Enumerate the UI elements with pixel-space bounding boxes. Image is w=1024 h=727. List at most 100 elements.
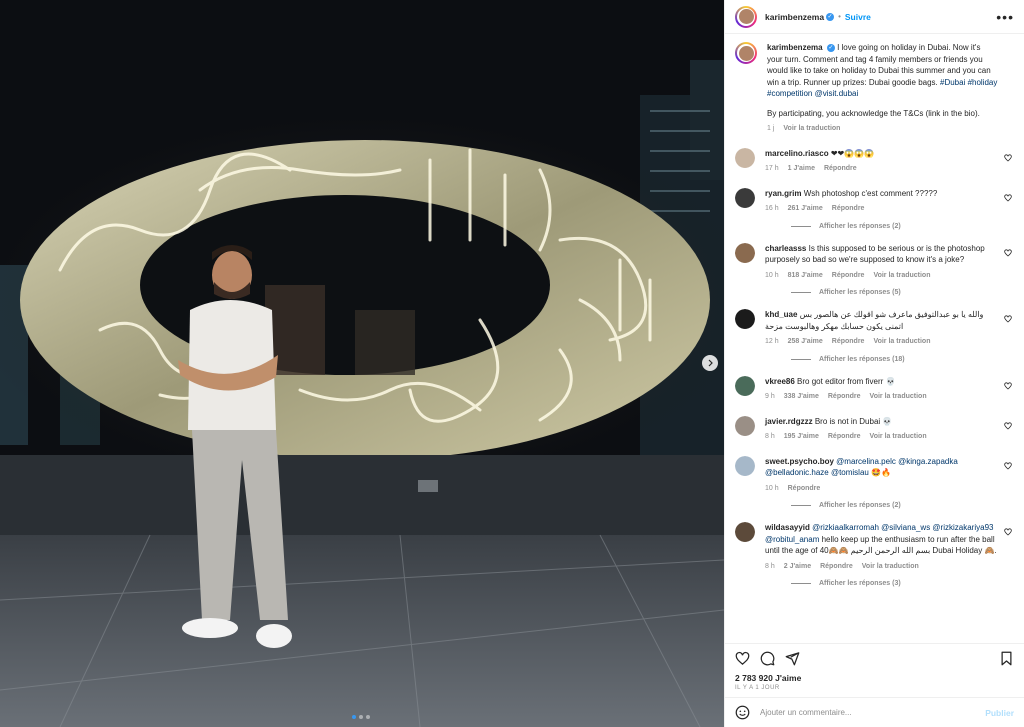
add-comment-input[interactable] (760, 708, 976, 717)
heart-icon[interactable] (1004, 381, 1012, 390)
bookmark-icon[interactable] (999, 651, 1014, 666)
comment-likes[interactable]: 195 J'aime (784, 431, 819, 443)
commenter-avatar[interactable] (735, 415, 755, 436)
commenter-avatar[interactable] (735, 455, 755, 476)
comment-row: wildasayyid @rizkiaalkarromah @silviana_… (735, 522, 1014, 572)
reply-button[interactable]: Répondre (832, 203, 865, 215)
comment-text: Wsh photoshop c'est comment ????? (803, 188, 938, 198)
comment-time: 8 h (765, 562, 775, 570)
comment-row: vkree86 Bro got editor from fiverr 💀 9 h 3… (735, 375, 1014, 403)
comment-likes[interactable]: 261 J'aime (788, 203, 823, 215)
heart-icon[interactable] (1004, 461, 1012, 470)
see-translation-link[interactable]: Voir la traduction (873, 270, 930, 282)
comment-text: 🤩🔥 (871, 468, 892, 477)
comment-time: 17 h (765, 165, 779, 172)
view-replies-button[interactable]: Afficher les réponses (3) (791, 580, 1014, 587)
see-translation-link[interactable]: Voir la traduction (862, 561, 919, 573)
heart-icon[interactable] (1004, 528, 1012, 536)
comment-likes[interactable]: 818 J'aime (788, 270, 823, 282)
caption-time: 1 j (767, 125, 775, 132)
comment-row: marcelino.riasco ❤❤😱😱😱 17 h 1 J'aime Répond… (735, 147, 1014, 175)
publish-button[interactable]: Publier (985, 708, 1014, 718)
comment-time: 9 h (765, 393, 775, 400)
author-username[interactable]: karimbenzema (765, 12, 824, 22)
caption-terms: By participating, you acknowledge the T&… (767, 108, 980, 118)
follow-button[interactable]: Suivre (845, 12, 871, 22)
instagram-post-modal: karimbenzema ✓ • Suivre ••• karimbenzema… (0, 0, 1024, 727)
comment-username[interactable]: vkree86 (765, 377, 795, 386)
heart-icon[interactable] (735, 651, 750, 666)
heart-icon[interactable] (1004, 153, 1012, 162)
post-photo[interactable] (0, 0, 724, 727)
comment-row: sweet.psycho.boy @marcelina.pelc @kinga.… (735, 455, 1014, 495)
reply-button[interactable]: Répondre (820, 561, 853, 573)
heart-icon[interactable] (1004, 193, 1012, 202)
commenter-avatar[interactable] (735, 187, 755, 208)
reply-button[interactable]: Répondre (832, 336, 865, 348)
comment-username[interactable]: wildasayyid (765, 523, 810, 532)
see-translation-link[interactable]: Voir la traduction (870, 391, 927, 403)
comment-text: Bro is not in Dubai 💀 (814, 416, 893, 426)
commenter-avatar[interactable] (735, 375, 755, 396)
see-translation-link[interactable]: Voir la traduction (873, 336, 930, 348)
author-avatar[interactable] (735, 42, 757, 64)
reply-button[interactable]: Répondre (832, 270, 865, 282)
heart-icon[interactable] (1004, 315, 1012, 323)
comment-likes[interactable]: 338 J'aime (784, 391, 819, 403)
view-replies-button[interactable]: Afficher les réponses (2) (791, 223, 1014, 230)
comment-icon[interactable] (760, 651, 775, 666)
comment-username[interactable]: ryan.grim (765, 189, 801, 198)
post-header: karimbenzema ✓ • Suivre ••• (725, 0, 1024, 34)
commenter-avatar[interactable] (735, 309, 755, 329)
comment-username[interactable]: javier.rdgzzz (765, 417, 813, 426)
view-replies-button[interactable]: Afficher les réponses (18) (791, 356, 1014, 363)
heart-icon[interactable] (1004, 248, 1012, 257)
carousel-dot (352, 715, 356, 719)
see-translation-link[interactable]: Voir la traduction (783, 123, 840, 135)
reply-button[interactable]: Répondre (824, 163, 857, 175)
carousel-dots (352, 715, 370, 719)
carousel-dot (366, 715, 370, 719)
comments-list[interactable]: karimbenzema ✓ I love going on holiday i… (725, 34, 1024, 643)
comment-username[interactable]: marcelino.riasco (765, 149, 829, 158)
likes-count[interactable]: 2 783 920 J'aime (725, 673, 1024, 683)
carousel-dot (359, 715, 363, 719)
author-avatar[interactable] (735, 5, 757, 28)
share-icon[interactable] (785, 651, 800, 666)
comment-time: 10 h (765, 484, 779, 492)
comment-username[interactable]: khd_uae (765, 310, 797, 319)
post-side-panel: karimbenzema ✓ • Suivre ••• karimbenzema… (724, 0, 1024, 727)
comment-time: 10 h (765, 271, 779, 279)
comment-username[interactable]: charleasss (765, 244, 806, 253)
heart-icon[interactable] (1004, 421, 1012, 430)
comment-time: 12 h (765, 338, 779, 345)
commenter-avatar[interactable] (735, 242, 755, 263)
see-translation-link[interactable]: Voir la traduction (870, 431, 927, 443)
verified-icon: ✓ (826, 43, 835, 52)
add-comment-bar: Publier (725, 697, 1024, 727)
more-icon[interactable]: ••• (996, 9, 1014, 25)
comment-text: Bro got editor from fiverr 💀 (797, 376, 896, 386)
comment-row: ryan.grim Wsh photoshop c'est comment ??… (735, 187, 1014, 215)
carousel-next-button[interactable] (702, 355, 718, 371)
reply-button[interactable]: Répondre (828, 431, 861, 443)
commenter-avatar[interactable] (735, 522, 755, 542)
caption-username[interactable]: karimbenzema (767, 43, 823, 52)
commenter-avatar[interactable] (735, 147, 755, 168)
view-replies-button[interactable]: Afficher les réponses (5) (791, 289, 1014, 296)
reply-button[interactable]: Répondre (828, 391, 861, 403)
comment-time: 16 h (765, 205, 779, 212)
comment-likes[interactable]: 258 J'aime (788, 336, 823, 348)
comment-row: charleasss Is this supposed to be seriou… (735, 242, 1014, 282)
comment-username[interactable]: sweet.psycho.boy (765, 457, 834, 466)
comment-likes[interactable]: 2 J'aime (784, 561, 811, 573)
comment-likes[interactable]: 1 J'aime (788, 163, 815, 175)
post-image (0, 0, 724, 727)
view-replies-button[interactable]: Afficher les réponses (2) (791, 502, 1014, 509)
reply-button[interactable]: Répondre (788, 483, 821, 495)
verified-icon: ✓ (826, 12, 835, 21)
emoji-icon[interactable] (735, 705, 750, 720)
post-date: IL Y A 1 JOUR (735, 685, 780, 691)
chevron-right-icon (708, 359, 713, 367)
action-bar (725, 643, 1024, 673)
